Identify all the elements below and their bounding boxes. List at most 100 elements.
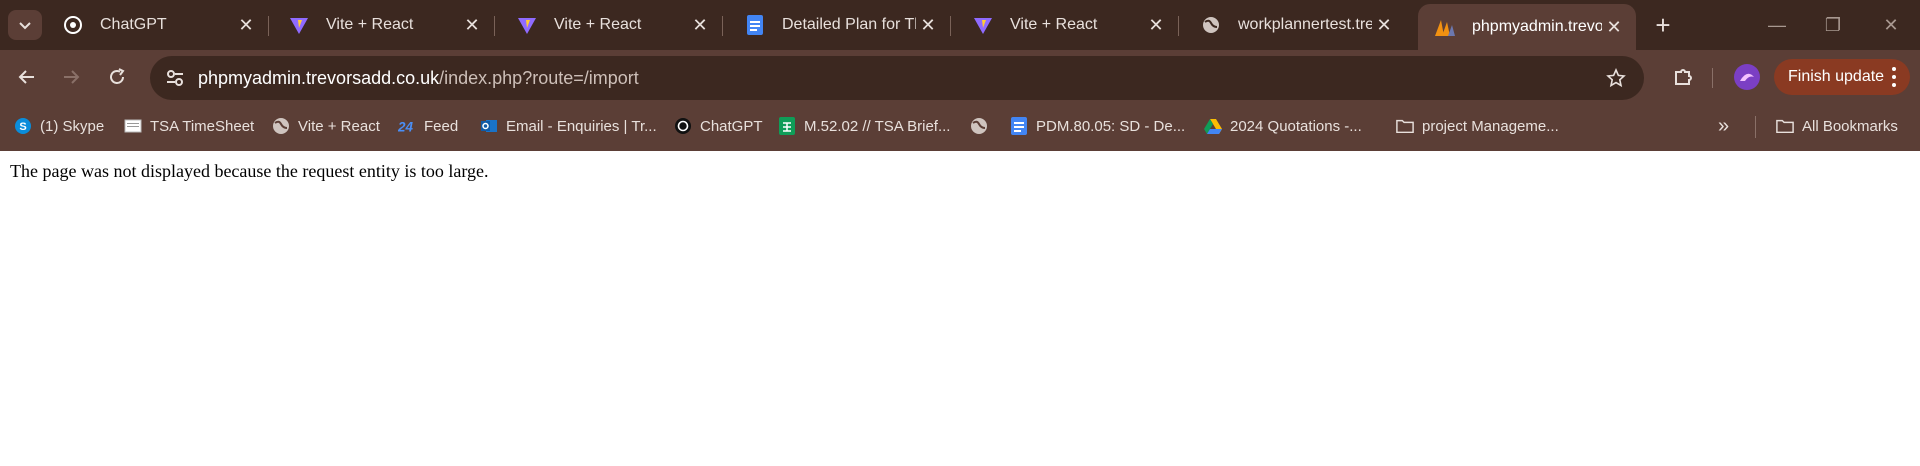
bookmark-label: Email - Enquiries | Tr...: [506, 117, 657, 135]
tab-strip: ChatGPT ✕ Vite + React ✕ Vite + React ✕ …: [0, 0, 1920, 50]
bookmark-all-bookmarks[interactable]: All Bookmarks: [1776, 112, 1898, 140]
bookmark-star-icon[interactable]: [1604, 66, 1628, 90]
url-path: /index.php?route=/import: [439, 67, 639, 88]
plus-icon: +: [1655, 9, 1671, 40]
close-icon[interactable]: ✕: [1602, 15, 1626, 39]
tab-divider: [494, 16, 495, 36]
close-icon[interactable]: ✕: [1144, 13, 1168, 37]
tab-chatgpt[interactable]: ChatGPT ✕: [46, 6, 269, 44]
skype-icon: S: [14, 117, 32, 135]
close-icon[interactable]: ✕: [1372, 13, 1396, 37]
bookmark-label: Vite + React: [298, 117, 380, 135]
bookmark-chatgpt[interactable]: ChatGPT: [674, 112, 763, 140]
profile-icon: [1740, 73, 1754, 81]
tab-title: Detailed Plan for The: [782, 16, 916, 33]
tab-phpmyadmin[interactable]: phpmyadmin.trevorsa ✕: [1418, 4, 1636, 50]
bookmark-tsa-brief[interactable]: M.52.02 // TSA Brief...: [778, 112, 950, 140]
tab-title: Vite + React: [326, 16, 414, 33]
feed-icon: 24: [398, 117, 416, 135]
minimize-button[interactable]: —: [1762, 10, 1792, 40]
reload-button[interactable]: [102, 62, 132, 92]
bookmark-tsa-timesheet[interactable]: TSA TimeSheet: [124, 112, 254, 140]
phpmyadmin-icon: [1434, 16, 1456, 38]
bookmarks-overflow-button[interactable]: »: [1718, 112, 1729, 140]
new-tab-button[interactable]: +: [1650, 9, 1676, 40]
bookmark-label: TSA TimeSheet: [150, 117, 255, 135]
close-window-button[interactable]: ✕: [1876, 10, 1906, 40]
puzzle-icon: [1675, 69, 1692, 85]
close-icon[interactable]: ✕: [688, 13, 712, 37]
tab-title: Vite + React: [554, 16, 642, 33]
tab-divider: [950, 16, 951, 36]
tab-title: ChatGPT: [100, 16, 167, 33]
back-button[interactable]: [12, 62, 42, 92]
bookmark-label: M.52.02 // TSA Brief...: [804, 117, 951, 135]
address-bar[interactable]: phpmyadmin.trevorsadd.co.uk/index.php?ro…: [150, 56, 1644, 100]
close-icon[interactable]: ✕: [460, 13, 484, 37]
tab-vite-react[interactable]: Vite + React ✕: [956, 6, 1179, 44]
bookmark-skype[interactable]: S (1) Skype: [14, 112, 104, 140]
chatgpt-icon: [62, 14, 84, 36]
tab-vite-react[interactable]: Vite + React ✕: [272, 6, 495, 44]
url-host: phpmyadmin.trevorsadd.co.uk: [198, 67, 440, 88]
chatgpt-icon: [674, 117, 692, 135]
bookmark-email[interactable]: Email - Enquiries | Tr...: [480, 112, 657, 140]
chevron-down-icon: [19, 22, 31, 30]
browser-chrome: ChatGPT ✕ Vite + React ✕ Vite + React ✕ …: [0, 0, 1920, 151]
extensions-button[interactable]: [1668, 62, 1698, 92]
error-message: The page was not displayed because the r…: [10, 161, 489, 181]
bookmark-pdm[interactable]: PDM.80.05: SD - De...: [1010, 112, 1185, 140]
bookmark-folder-project[interactable]: project Manageme...: [1396, 112, 1559, 140]
close-icon: ✕: [1883, 14, 1899, 35]
tab-search-button[interactable]: [8, 10, 42, 40]
svg-text:24: 24: [398, 119, 414, 134]
bookmark-vite-react[interactable]: Vite + React: [272, 112, 380, 140]
toolbar-divider: [1712, 68, 1713, 88]
tab-vite-react[interactable]: Vite + React ✕: [500, 6, 723, 44]
outlook-icon: [480, 117, 498, 135]
svg-text:S: S: [19, 121, 26, 133]
bookmark-feed[interactable]: 24 Feed: [398, 112, 458, 140]
globe-icon: [970, 117, 988, 135]
forward-button[interactable]: [56, 62, 86, 92]
bookmark-label: PDM.80.05: SD - De...: [1036, 117, 1186, 135]
folder-icon: [1776, 117, 1794, 135]
bookmarks-bar: S (1) Skype TSA TimeSheet Vite + React 2…: [0, 102, 1920, 151]
tab-title: phpmyadmin.trevorsa: [1472, 18, 1602, 35]
vite-icon: [516, 14, 538, 36]
bookmark-quotations[interactable]: 2024 Quotations -...: [1204, 112, 1362, 140]
close-icon[interactable]: ✕: [234, 13, 258, 37]
close-icon[interactable]: ✕: [916, 13, 940, 37]
restore-button[interactable]: ❐: [1818, 10, 1848, 40]
bookmark-label: (1) Skype: [40, 117, 105, 135]
finish-update-button[interactable]: Finish update: [1774, 59, 1910, 95]
arrow-left-icon: [18, 70, 34, 84]
reload-icon: [110, 68, 125, 84]
bookmarks-divider: [1755, 116, 1756, 138]
chevron-double-right-icon: »: [1718, 114, 1730, 137]
globe-icon: [1200, 14, 1222, 36]
folder-icon: [1396, 117, 1414, 135]
bookmark-label: project Manageme...: [1422, 117, 1559, 135]
globe-icon: [272, 117, 290, 135]
url-text: phpmyadmin.trevorsadd.co.uk/index.php?ro…: [198, 68, 639, 89]
bookmark-label: 2024 Quotations -...: [1230, 117, 1362, 135]
more-vertical-icon: [1888, 65, 1900, 89]
bookmark-label: Feed: [424, 117, 459, 135]
bookmark-globe[interactable]: [970, 112, 996, 140]
vite-icon: [288, 14, 310, 36]
tab-divider: [722, 16, 723, 36]
bookmark-label: ChatGPT: [700, 117, 763, 135]
toolbar: phpmyadmin.trevorsadd.co.uk/index.php?ro…: [0, 50, 1920, 102]
google-docs-icon: [1010, 117, 1028, 135]
tab-workplannertest[interactable]: workplannertest.trevo ✕: [1184, 6, 1406, 44]
tab-divider: [1178, 16, 1179, 36]
tab-divider: [268, 16, 269, 36]
google-drive-icon: [1204, 117, 1222, 135]
restore-icon: ❐: [1824, 14, 1842, 35]
profile-avatar[interactable]: [1734, 64, 1760, 90]
vite-icon: [972, 14, 994, 36]
tab-detailed-plan[interactable]: Detailed Plan for The ✕: [728, 6, 951, 44]
minimize-icon: —: [1768, 14, 1786, 35]
site-info-icon[interactable]: [164, 67, 186, 89]
